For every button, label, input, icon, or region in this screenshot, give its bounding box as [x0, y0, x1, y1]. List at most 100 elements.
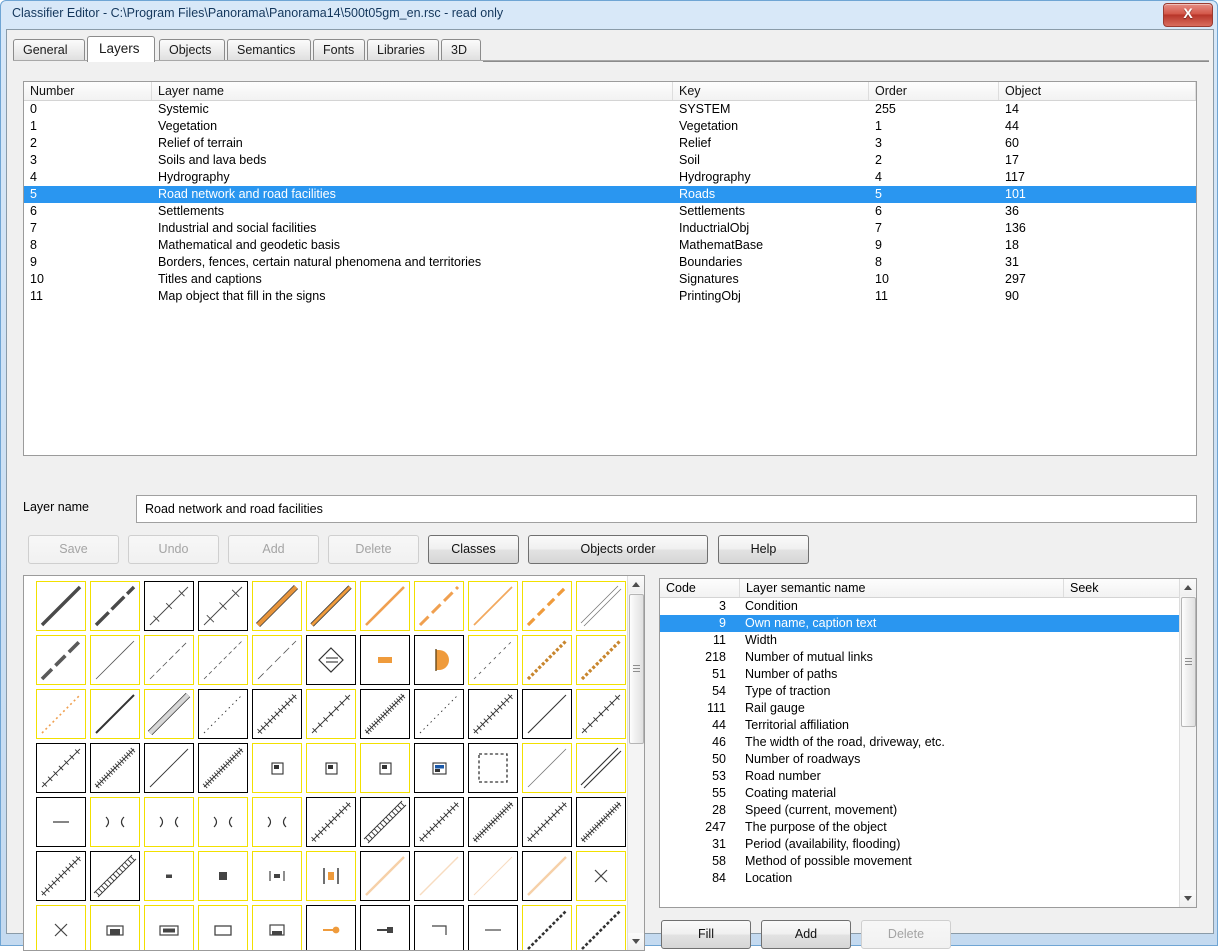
- list-item[interactable]: 50Number of roadways: [660, 751, 1181, 768]
- symbol-cell[interactable]: [90, 689, 140, 739]
- symbol-cell[interactable]: [198, 905, 248, 951]
- symbol-cell[interactable]: [306, 905, 356, 951]
- symbol-cell[interactable]: [360, 635, 410, 685]
- layers-column-header-number[interactable]: Number: [24, 82, 152, 100]
- symbol-cell[interactable]: [414, 689, 464, 739]
- scroll-down-arrow-icon[interactable]: [1180, 890, 1196, 907]
- scrollbar-thumb[interactable]: [1181, 597, 1196, 727]
- symbol-cell[interactable]: [144, 635, 194, 685]
- symbol-cell[interactable]: [360, 905, 410, 951]
- tab-fonts[interactable]: Fonts: [313, 39, 365, 61]
- symbol-cell[interactable]: [198, 581, 248, 631]
- tab-libraries[interactable]: Libraries: [367, 39, 439, 61]
- symbol-cell[interactable]: [90, 905, 140, 951]
- symbol-cell[interactable]: [36, 905, 86, 951]
- symbol-cell[interactable]: [522, 905, 572, 951]
- list-item[interactable]: 55Coating material: [660, 785, 1181, 802]
- symbol-cell[interactable]: [360, 743, 410, 793]
- symbol-cell[interactable]: [306, 635, 356, 685]
- symbol-cell[interactable]: [468, 635, 518, 685]
- help-button[interactable]: Help: [718, 535, 809, 564]
- layer-name-input[interactable]: [136, 495, 1197, 523]
- scrollbar-thumb[interactable]: [629, 594, 644, 744]
- symbol-cell[interactable]: [468, 581, 518, 631]
- symbol-cell[interactable]: [144, 797, 194, 847]
- symbol-cell[interactable]: [198, 851, 248, 901]
- list-item[interactable]: 3Condition: [660, 598, 1181, 615]
- layers-column-header-order[interactable]: Order: [869, 82, 999, 100]
- symbol-cell[interactable]: [414, 581, 464, 631]
- table-row[interactable]: 5Road network and road facilitiesRoads51…: [24, 186, 1196, 203]
- table-row[interactable]: 1VegetationVegetation144: [24, 118, 1196, 135]
- symbol-cell[interactable]: [198, 635, 248, 685]
- list-item[interactable]: 58Method of possible movement: [660, 853, 1181, 870]
- symbol-cell[interactable]: [522, 743, 572, 793]
- symbol-cell[interactable]: [414, 635, 464, 685]
- symbol-cell[interactable]: [90, 797, 140, 847]
- symbol-cell[interactable]: [306, 689, 356, 739]
- symbol-cell[interactable]: [36, 743, 86, 793]
- symbol-cell[interactable]: [360, 851, 410, 901]
- symbol-cell[interactable]: [576, 743, 626, 793]
- symbol-cell[interactable]: [414, 743, 464, 793]
- symbol-cell[interactable]: [522, 851, 572, 901]
- symbol-grid-panel[interactable]: [23, 575, 645, 951]
- list-item[interactable]: 11Width: [660, 632, 1181, 649]
- symbol-cell[interactable]: [468, 905, 518, 951]
- table-row[interactable]: 0SystemicSYSTEM25514: [24, 101, 1196, 118]
- scroll-down-arrow-icon[interactable]: [628, 933, 644, 950]
- list-item[interactable]: 51Number of paths: [660, 666, 1181, 683]
- symbol-cell[interactable]: [576, 689, 626, 739]
- symbol-cell[interactable]: [252, 851, 302, 901]
- close-button[interactable]: X: [1163, 3, 1213, 27]
- table-row[interactable]: 2Relief of terrainRelief360: [24, 135, 1196, 152]
- tab-general[interactable]: General: [13, 39, 85, 61]
- symbol-cell[interactable]: [36, 635, 86, 685]
- list-item[interactable]: 54Type of traction: [660, 683, 1181, 700]
- symbol-cell[interactable]: [36, 689, 86, 739]
- symbol-cell[interactable]: [144, 905, 194, 951]
- symbol-cell[interactable]: [90, 635, 140, 685]
- symbol-cell[interactable]: [468, 743, 518, 793]
- symbol-cell[interactable]: [252, 689, 302, 739]
- symbol-cell[interactable]: [360, 581, 410, 631]
- list-item[interactable]: 44Territorial affiliation: [660, 717, 1181, 734]
- symbol-cell[interactable]: [468, 689, 518, 739]
- table-row[interactable]: 11Map object that fill in the signsPrint…: [24, 288, 1196, 305]
- semantics-scrollbar[interactable]: [1179, 579, 1196, 907]
- symbol-cell[interactable]: [144, 851, 194, 901]
- symbol-grid[interactable]: [34, 579, 628, 951]
- symbol-cell[interactable]: [252, 581, 302, 631]
- table-row[interactable]: 8Mathematical and geodetic basisMathemat…: [24, 237, 1196, 254]
- tab-semantics[interactable]: Semantics: [227, 39, 311, 61]
- tab-objects[interactable]: Objects: [159, 39, 225, 61]
- objects-order-button[interactable]: Objects order: [528, 535, 708, 564]
- table-row[interactable]: 3Soils and lava bedsSoil217: [24, 152, 1196, 169]
- semantics-table[interactable]: CodeLayer semantic nameSeek 3Condition9O…: [659, 578, 1197, 908]
- list-item[interactable]: 53Road number: [660, 768, 1181, 785]
- list-item[interactable]: 9Own name, caption text: [660, 615, 1181, 632]
- symbol-cell[interactable]: [522, 635, 572, 685]
- symbol-cell[interactable]: [522, 797, 572, 847]
- symbol-cell[interactable]: [306, 743, 356, 793]
- symbol-cell[interactable]: [522, 581, 572, 631]
- tab-3d[interactable]: 3D: [441, 39, 481, 61]
- symbol-cell[interactable]: [468, 797, 518, 847]
- symbol-cell[interactable]: [576, 797, 626, 847]
- symbol-cell[interactable]: [306, 851, 356, 901]
- symbol-cell[interactable]: [198, 689, 248, 739]
- list-item[interactable]: 84Location: [660, 870, 1181, 887]
- classes-button[interactable]: Classes: [428, 535, 519, 564]
- semantics-fill-button[interactable]: Fill: [661, 920, 751, 949]
- symbol-cell[interactable]: [360, 797, 410, 847]
- semantics-add-button[interactable]: Add: [761, 920, 851, 949]
- symbol-cell[interactable]: [576, 581, 626, 631]
- title-bar[interactable]: Classifier Editor - C:\Program Files\Pan…: [1, 1, 1218, 29]
- symbol-cell[interactable]: [468, 851, 518, 901]
- layers-column-header-layer-name[interactable]: Layer name: [152, 82, 673, 100]
- symbol-cell[interactable]: [90, 581, 140, 631]
- layers-table[interactable]: NumberLayer nameKeyOrderObject 0Systemic…: [23, 81, 1197, 456]
- tab-layers[interactable]: Layers: [87, 36, 155, 62]
- symbol-cell[interactable]: [198, 743, 248, 793]
- list-item[interactable]: 46The width of the road, driveway, etc.: [660, 734, 1181, 751]
